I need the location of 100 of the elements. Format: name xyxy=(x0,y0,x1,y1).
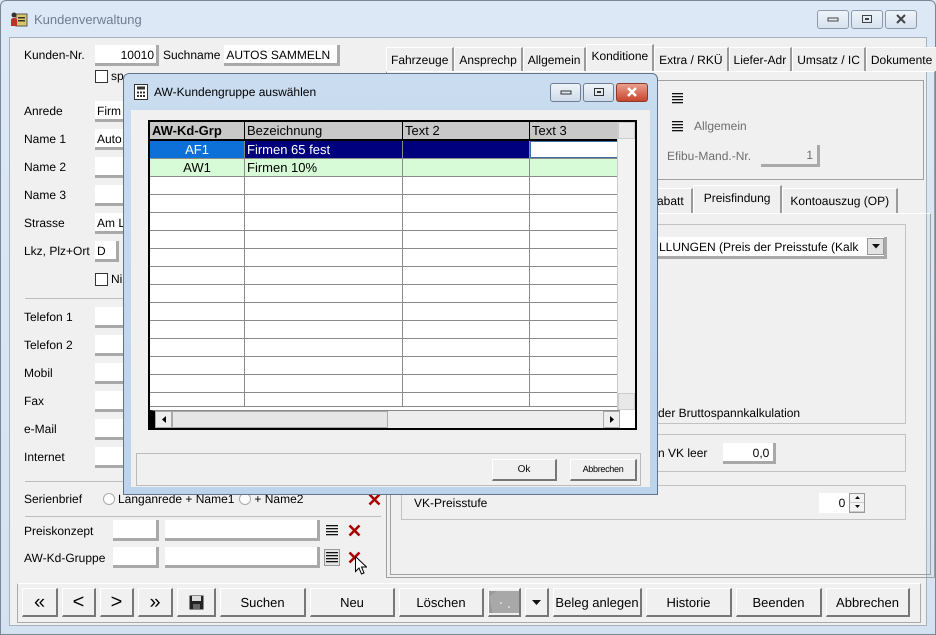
text-field[interactable] xyxy=(165,520,320,541)
field-label: VK-Preisstufe xyxy=(414,496,488,510)
toolbar-button[interactable]: Beleg anlegen xyxy=(553,588,642,617)
tab[interactable]: Konditione xyxy=(586,44,654,71)
tab[interactable]: Preisfindung xyxy=(692,185,782,213)
tab[interactable]: Umsatz / IC xyxy=(792,47,866,71)
field-label: Fax xyxy=(24,394,46,408)
close-icon xyxy=(895,14,907,24)
right-arrow-icon[interactable] xyxy=(610,416,614,423)
save-button[interactable] xyxy=(177,588,216,617)
field-label: Kunden-Nr. xyxy=(24,48,86,62)
table-cell: AW1 xyxy=(183,160,211,175)
checkbox[interactable] xyxy=(95,272,108,286)
column-header[interactable]: Bezeichnung xyxy=(245,122,403,139)
tab[interactable]: Ansprechp xyxy=(454,47,523,71)
table-row[interactable]: AW1 Firmen 10% xyxy=(150,159,620,177)
toolbar-button[interactable]: Beenden xyxy=(736,588,822,617)
app-icon xyxy=(10,11,28,27)
field-label: AW-Kd-Gruppe xyxy=(24,550,106,564)
dropdown[interactable]: LLUNGEN (Preis der Preisstufe (Kalk xyxy=(658,237,887,259)
field-label: Name 1 xyxy=(24,132,68,146)
delete-icon[interactable] xyxy=(368,492,381,506)
checkbox-label: Ni xyxy=(111,272,122,286)
dialog-title: AW-Kundengruppe auswählen xyxy=(154,85,316,99)
table-row[interactable]: AF1 Firmen 65 fest xyxy=(150,141,620,159)
toolbar-button[interactable]: Suchen xyxy=(220,588,306,617)
tab[interactable]: Allgemein xyxy=(522,47,586,71)
field-label: n VK leer xyxy=(658,446,708,460)
checkbox[interactable] xyxy=(95,70,108,82)
toolbar-button[interactable]: « xyxy=(22,588,58,617)
maximize-button[interactable] xyxy=(583,82,614,102)
list-icon[interactable] xyxy=(671,120,684,132)
horizontal-scrollbar[interactable] xyxy=(150,410,620,428)
text-field[interactable] xyxy=(165,547,320,568)
close-button[interactable] xyxy=(885,10,917,28)
toolbar-button[interactable]: > xyxy=(100,588,134,617)
number-field[interactable]: 0,0 xyxy=(723,442,776,464)
toolbar-button[interactable]: Abbrechen xyxy=(826,588,910,617)
table-cell: AF1 xyxy=(185,142,209,157)
field-label: Name 2 xyxy=(24,160,68,174)
window-title: Kundenverwaltung xyxy=(34,12,142,26)
field-label: Efibu-Mand.-Nr. xyxy=(667,149,752,163)
search-name-field[interactable]: AUTOS SAMMELN xyxy=(224,44,340,66)
list-icon[interactable] xyxy=(671,92,684,104)
tab[interactable]: Fahrzeuge xyxy=(386,47,454,71)
tab[interactable]: Extra / RKÜ xyxy=(654,47,729,71)
toolbar-button[interactable]: Neu xyxy=(310,588,395,617)
up-arrow-icon[interactable] xyxy=(854,496,860,499)
toolbar-button[interactable]: Historie xyxy=(646,588,732,617)
radio-label: Langanrede + Name1 xyxy=(118,492,234,506)
maximize-icon xyxy=(861,14,873,24)
column-header[interactable]: AW-Kd-Grp xyxy=(150,122,245,139)
vertical-scrollbar[interactable] xyxy=(617,122,635,410)
field-label: Name 3 xyxy=(24,188,68,202)
field-label: Telefon 2 xyxy=(24,338,74,352)
tab[interactable]: Dokumente xyxy=(866,47,936,71)
dialog-button[interactable]: Ok xyxy=(492,458,557,480)
maximize-button[interactable] xyxy=(851,10,883,28)
code-field[interactable] xyxy=(113,520,159,541)
delete-icon[interactable] xyxy=(348,524,361,537)
maximize-icon xyxy=(592,87,604,97)
tab[interactable]: Kontoauszug (OP) xyxy=(782,188,898,213)
minimize-icon xyxy=(827,16,839,22)
toolbar-button[interactable]: » xyxy=(138,588,173,617)
field-label: Serienbrief xyxy=(24,492,84,506)
field-label: e-Mail xyxy=(24,422,58,436)
tab[interactable]: Liefer-Adr xyxy=(728,47,792,71)
calculator-icon xyxy=(134,84,148,100)
mouse-cursor-icon xyxy=(355,556,367,575)
option-label: der Bruttospannkalkulation xyxy=(658,406,802,420)
down-arrow-icon[interactable] xyxy=(854,505,860,508)
field-label: Strasse xyxy=(24,216,66,230)
radio-label: + Name2 xyxy=(254,492,304,506)
checkbox-label: sp xyxy=(111,69,124,83)
text-field[interactable]: D xyxy=(95,240,119,262)
column-header[interactable]: Text 2 xyxy=(403,122,530,139)
dialog-button[interactable]: Abbrechen xyxy=(570,458,637,480)
table-cell: Firmen 65 fest xyxy=(247,142,330,157)
toolbar-button[interactable]: Löschen xyxy=(399,588,484,617)
caret-icon xyxy=(872,244,880,249)
image-button[interactable] xyxy=(488,588,521,617)
list-button[interactable] xyxy=(324,549,340,566)
left-arrow-icon[interactable] xyxy=(162,416,166,423)
caret-icon xyxy=(532,600,541,604)
minimize-button[interactable] xyxy=(550,82,581,102)
delete-icon[interactable] xyxy=(348,551,361,564)
field-label: Mobil xyxy=(24,366,54,380)
table-cell: Firmen 10% xyxy=(247,160,318,175)
field-label: Suchname xyxy=(163,48,220,62)
field-label: Internet xyxy=(24,450,66,464)
radio-button[interactable] xyxy=(103,493,115,505)
customer-number-field[interactable]: 10010 xyxy=(95,44,159,66)
toolbar-button[interactable]: < xyxy=(62,588,96,617)
minimize-button[interactable] xyxy=(817,10,849,28)
code-field[interactable] xyxy=(113,547,159,568)
number-field[interactable]: 1 xyxy=(761,145,820,167)
close-button[interactable] xyxy=(616,82,648,102)
minimize-icon xyxy=(560,89,572,95)
dropdown-button[interactable] xyxy=(525,588,549,617)
field-label: Telefon 1 xyxy=(24,310,74,324)
